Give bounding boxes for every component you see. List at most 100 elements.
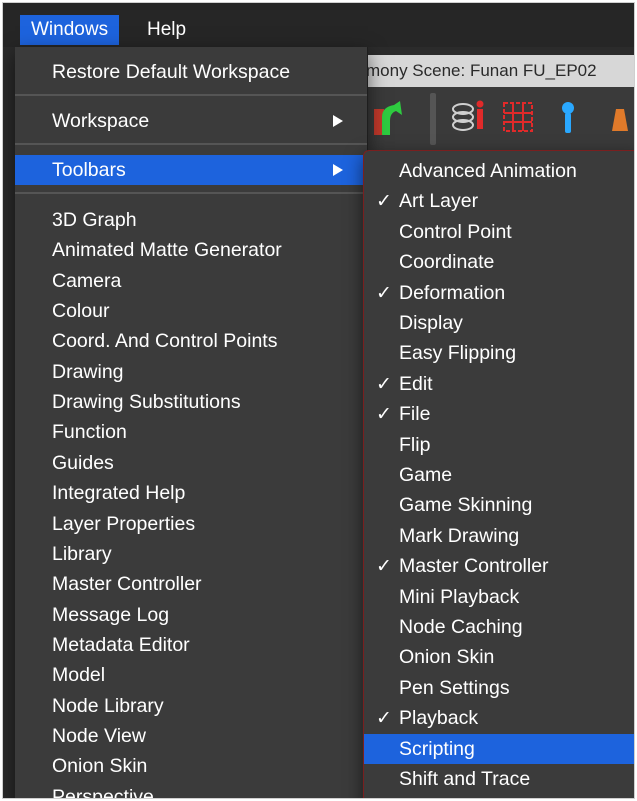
toolbar-item-edit[interactable]: ✓ Edit — [364, 369, 634, 399]
menu-item-label: Layer Properties — [52, 512, 196, 535]
menu-item-label: Deformation — [399, 281, 506, 304]
menu-help[interactable]: Help — [136, 15, 197, 45]
toolbar-item-flip[interactable]: Flip — [364, 430, 634, 460]
restore-default-workspace-item[interactable]: Restore Default Workspace — [15, 57, 367, 87]
menu-item-label: Easy Flipping — [399, 342, 517, 365]
menu-item-label: Guides — [52, 451, 114, 474]
app-stage: Windows Help mony Scene: Funan FU_EP02 R… — [3, 3, 634, 798]
menu-windows[interactable]: Windows — [20, 15, 120, 45]
menu-item-label: Advanced Animation — [399, 160, 577, 182]
windows-menu-item-metadata-editor[interactable]: Metadata Editor — [15, 630, 367, 660]
menu-item-label: Master Controller — [399, 555, 549, 578]
toolbar-item-mark-drawing[interactable]: Mark Drawing — [364, 521, 634, 551]
windows-menu-item-guides[interactable]: Guides — [15, 448, 367, 478]
windows-menu-item-message-log[interactable]: Message Log — [15, 600, 367, 630]
menu-item-label: Node Caching — [399, 616, 523, 638]
menu-item-label: Edit — [399, 372, 433, 395]
toolbar-item-game-skinning[interactable]: Game Skinning — [364, 490, 634, 520]
menu-item-label: Game — [399, 464, 453, 486]
menu-item-label: Display — [399, 312, 463, 334]
pin-icon[interactable] — [548, 95, 588, 139]
menu-item-label: Drawing Substitutions — [52, 391, 241, 414]
submenu-arrow-icon — [333, 115, 343, 127]
checkmark-icon: ✓ — [376, 707, 392, 730]
checkmark-icon: ✓ — [376, 281, 392, 304]
toolbar-item-control-point[interactable]: Control Point — [364, 217, 634, 247]
windows-menu-item-integrated-help[interactable]: Integrated Help — [15, 478, 367, 508]
windows-menu-item-3d-graph[interactable]: 3D Graph — [15, 205, 367, 235]
menu-item-label: Colour — [52, 300, 110, 323]
menu-item-label: Mark Drawing — [399, 524, 520, 547]
windows-menu-item-drawing-substitutions[interactable]: Drawing Substitutions — [15, 387, 367, 417]
toolbar-item-art-layer[interactable]: ✓ Art Layer — [364, 186, 634, 216]
windows-menu-item-model[interactable]: Model — [15, 660, 367, 690]
toolbar-item-display[interactable]: Display — [364, 308, 634, 338]
windows-menu-item-node-view[interactable]: Node View — [15, 721, 367, 751]
toolbars-item[interactable]: Toolbars — [15, 155, 367, 185]
workspace-label: Workspace — [52, 110, 150, 132]
layers-icon[interactable] — [448, 95, 488, 139]
menu-item-label: Function — [52, 421, 127, 444]
toolbar-item-onion-skin[interactable]: Onion Skin — [364, 642, 634, 672]
toolbar-item-mini-playback[interactable]: Mini Playback — [364, 582, 634, 612]
toolbars-submenu: Advanced Animation ✓ Art Layer Control Poin… — [363, 150, 634, 798]
menu-item-label: Camera — [52, 269, 122, 292]
windows-menu-item-function[interactable]: Function — [15, 417, 367, 447]
menu-item-label: Flip — [399, 433, 431, 456]
toolbar-item-master-controller[interactable]: ✓ Master Controller — [364, 551, 634, 581]
scene-window-title: mony Scene: Funan FU_EP02 — [348, 55, 634, 87]
windows-menu-item-node-library[interactable]: Node Library — [15, 691, 367, 721]
menu-item-label: Art Layer — [399, 190, 479, 213]
menu-item-label: Node Library — [52, 694, 164, 717]
checkmark-icon: ✓ — [376, 190, 392, 213]
menu-item-label: Library — [52, 542, 112, 565]
submenu-arrow-icon — [333, 164, 343, 176]
checkmark-icon: ✓ — [376, 372, 392, 395]
windows-menu-item-perspective[interactable]: Perspective — [15, 782, 367, 798]
menu-item-label: Animated Matte Generator — [52, 239, 282, 262]
menu-item-label: File — [399, 403, 431, 426]
windows-menu-item-master-controller[interactable]: Master Controller — [15, 569, 367, 599]
toolbar-item-pen-settings[interactable]: Pen Settings — [364, 673, 634, 703]
toolbar-item-shift-and-trace[interactable]: Shift and Trace — [364, 764, 634, 794]
windows-menu-item-colour[interactable]: Colour — [15, 296, 367, 326]
windows-menu-item-camera[interactable]: Camera — [15, 266, 367, 296]
windows-menu-item-drawing[interactable]: Drawing — [15, 357, 367, 387]
toolbar-item-advanced-animation[interactable]: Advanced Animation — [364, 156, 634, 186]
menu-separator — [15, 192, 367, 194]
windows-menu-item-layer-properties[interactable]: Layer Properties — [15, 509, 367, 539]
menu-item-label: Coordinate — [399, 251, 495, 274]
menu-item-label: Control Point — [399, 220, 512, 243]
menu-separator — [15, 94, 367, 96]
toolbar-item-playback[interactable]: ✓ Playback — [364, 703, 634, 733]
toolbar-item-deformation[interactable]: ✓ Deformation — [364, 278, 634, 308]
menu-separator — [15, 143, 367, 145]
menu-item-label: Shift and Trace — [399, 768, 531, 790]
toolbar-item-scripting[interactable]: Scripting — [364, 733, 634, 764]
restore-default-workspace-label: Restore Default Workspace — [52, 61, 291, 83]
menu-item-label: Onion Skin — [399, 646, 495, 669]
menu-item-label: Perspective — [52, 785, 154, 798]
menu-bar: Windows Help — [3, 3, 634, 47]
grid-icon[interactable] — [498, 95, 538, 139]
windows-menu-item-library[interactable]: Library — [15, 539, 367, 569]
pen-icon[interactable] — [598, 95, 634, 139]
toolbar-item-coordinate[interactable]: Coordinate — [364, 247, 634, 277]
windows-menu-item-animated-matte-generator[interactable]: Animated Matte Generator — [15, 235, 367, 265]
workspace-item[interactable]: Workspace — [15, 106, 367, 136]
menu-item-label: Onion Skin — [52, 755, 148, 778]
screenshot-frame: Windows Help mony Scene: Funan FU_EP02 R… — [2, 2, 635, 799]
transform-tool-icon[interactable] — [368, 95, 408, 139]
toolbar-item-file[interactable]: ✓ File — [364, 399, 634, 429]
menu-item-label: Drawing — [52, 360, 124, 383]
checkmark-icon: ✓ — [376, 403, 392, 426]
windows-menu-item-coord-and-control-points[interactable]: Coord. And Control Points — [15, 326, 367, 356]
windows-menu-item-onion-skin[interactable]: Onion Skin — [15, 751, 367, 781]
menu-item-label: Metadata Editor — [52, 633, 190, 656]
menu-item-label: Master Controller — [52, 573, 202, 596]
toolbar-separator — [430, 93, 436, 145]
toolbar-item-node-caching[interactable]: Node Caching — [364, 612, 634, 642]
toolbar-item-easy-flipping[interactable]: Easy Flipping — [364, 338, 634, 368]
toolbar-item-game[interactable]: Game — [364, 460, 634, 490]
menu-item-label: Mini Playback — [399, 585, 520, 608]
